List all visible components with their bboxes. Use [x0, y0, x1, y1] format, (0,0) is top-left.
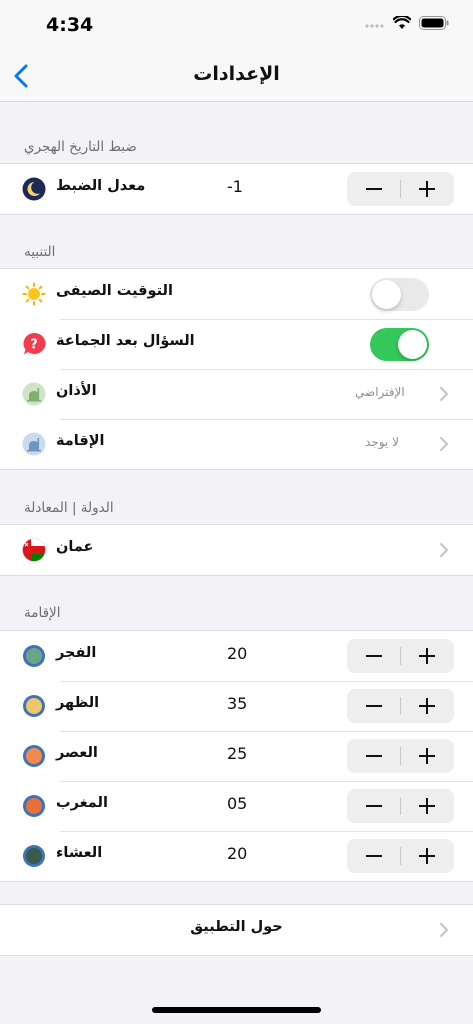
iqama-prayer-row: الفجر 20 [0, 631, 473, 681]
group-iqama: الفجر 20 الظهر 35 العصر 25 المغرب 05 العشاء 20 [0, 630, 473, 882]
minus-button[interactable] [347, 172, 400, 206]
about-row[interactable]: حول التطبيق [0, 905, 473, 955]
iqama-alert-label: الإقامة [56, 433, 105, 449]
summer-time-label: التوقيت الصيفى [56, 283, 173, 299]
status-time: 4:34 [46, 14, 94, 36]
mosque-icon [22, 382, 46, 406]
prayer-circle-icon [23, 645, 45, 667]
plus-button[interactable] [401, 689, 454, 723]
navigation-bar: الإعدادات [0, 50, 473, 102]
iqama-prayer-row: العشاء 20 [0, 831, 473, 881]
country-row[interactable]: عمان [0, 525, 473, 575]
status-icons [365, 16, 449, 30]
prayer-iqama-stepper [347, 689, 454, 723]
minus-button[interactable] [347, 739, 400, 773]
status-bar: 4:34 [0, 0, 473, 50]
chevron-right-icon [440, 543, 448, 557]
group-alerts: التوقيت الصيفى ? السؤال بعد الجماعة الأذ… [0, 268, 473, 470]
signal-icon [365, 24, 384, 28]
prayer-iqama-minutes: 05 [227, 794, 248, 813]
ask-after-jamaa-row: ? السؤال بعد الجماعة [0, 319, 473, 369]
prayer-iqama-minutes: 20 [227, 644, 248, 663]
summer-time-toggle[interactable] [370, 278, 429, 311]
prayer-iqama-stepper [347, 739, 454, 773]
minus-button[interactable] [347, 789, 400, 823]
plus-button[interactable] [401, 172, 454, 206]
toggle-knob [372, 280, 401, 309]
section-header-iqama: الإقامة [24, 605, 61, 621]
section-header-alerts: التنبيه [24, 244, 56, 260]
hijri-adjust-stepper [347, 172, 454, 206]
battery-icon [419, 16, 449, 30]
prayer-label: العصر [56, 745, 98, 761]
plus-button[interactable] [401, 839, 454, 873]
chevron-right-icon [440, 387, 448, 401]
minus-button[interactable] [347, 639, 400, 673]
ask-after-jamaa-toggle[interactable] [370, 328, 429, 361]
iqama-alert-row[interactable]: الإقامة لا يوجد [0, 419, 473, 469]
ask-after-jamaa-label: السؤال بعد الجماعة [56, 333, 195, 349]
adhan-label: الأذان [56, 383, 97, 399]
prayer-iqama-minutes: 20 [227, 844, 248, 863]
oman-flag-icon [22, 538, 46, 562]
moon-icon [22, 177, 46, 201]
mosque-icon [22, 432, 46, 456]
prayer-iqama-stepper [347, 839, 454, 873]
about-label: حول التطبيق [190, 919, 283, 935]
prayer-label: الظهر [56, 695, 100, 711]
group-country: عمان [0, 524, 473, 576]
summer-time-row: التوقيت الصيفى [0, 269, 473, 319]
country-label: عمان [56, 539, 94, 555]
prayer-iqama-stepper [347, 639, 454, 673]
prayer-label: الفجر [56, 645, 97, 661]
home-indicator [152, 1007, 321, 1013]
adhan-row[interactable]: الأذان الإفتراضي [0, 369, 473, 419]
chevron-right-icon [440, 437, 448, 451]
prayer-circle-icon [23, 695, 45, 717]
iqama-prayer-row: الظهر 35 [0, 681, 473, 731]
wifi-icon [393, 16, 411, 29]
section-header-country: الدولة | المعادلة [24, 500, 114, 516]
minus-button[interactable] [347, 839, 400, 873]
section-header-hijri: ضبط التاريخ الهجري [24, 139, 137, 155]
prayer-circle-icon [23, 795, 45, 817]
prayer-iqama-minutes: 35 [227, 694, 248, 713]
minus-button[interactable] [347, 689, 400, 723]
chevron-right-icon [440, 923, 448, 937]
svg-text:?: ? [30, 338, 38, 353]
group-about: حول التطبيق [0, 904, 473, 956]
prayer-label: العشاء [56, 845, 103, 861]
hijri-adjust-row: معدل الضبط -1 [0, 164, 473, 214]
question-icon: ? [23, 332, 46, 355]
prayer-iqama-minutes: 25 [227, 744, 248, 763]
adhan-detail: الإفتراضي [355, 385, 405, 399]
prayer-circle-icon [23, 745, 45, 767]
sun-icon [22, 282, 46, 306]
hijri-adjust-label: معدل الضبط [56, 178, 146, 194]
iqama-prayer-row: العصر 25 [0, 731, 473, 781]
group-hijri: معدل الضبط -1 [0, 163, 473, 215]
prayer-circle-icon [23, 845, 45, 867]
page-title: الإعدادات [193, 63, 280, 85]
plus-button[interactable] [401, 739, 454, 773]
toggle-knob [398, 330, 427, 359]
prayer-label: المغرب [56, 795, 108, 811]
iqama-alert-detail: لا يوجد [365, 435, 399, 449]
plus-button[interactable] [401, 639, 454, 673]
plus-button[interactable] [401, 789, 454, 823]
hijri-adjust-value: -1 [227, 177, 243, 196]
prayer-iqama-stepper [347, 789, 454, 823]
iqama-prayer-row: المغرب 05 [0, 781, 473, 831]
